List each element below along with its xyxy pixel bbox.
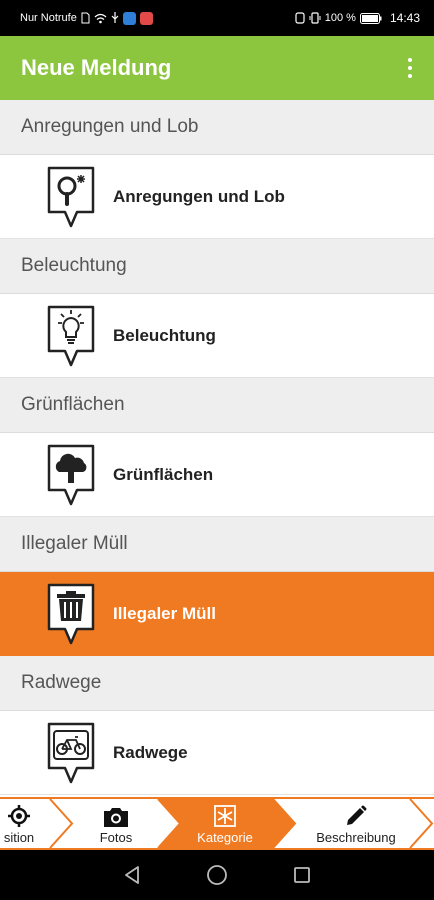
carrier-text: Nur Notrufe — [20, 12, 77, 24]
status-right: 100 % 14:43 — [295, 11, 420, 25]
section-header-radwege: Radwege — [0, 656, 434, 711]
section-header-gruenflaechen: Grünflächen — [0, 378, 434, 433]
magnifier-star-icon — [47, 166, 95, 227]
recents-square-icon — [293, 867, 310, 883]
category-item-gruenflaechen[interactable]: Grünflächen — [0, 433, 434, 517]
step-label: Kategorie — [197, 830, 253, 845]
battery-icon — [359, 12, 382, 24]
step-fotos[interactable]: Fotos — [78, 799, 154, 848]
usb-icon — [111, 12, 119, 23]
system-navigation-bar — [0, 850, 434, 900]
category-list[interactable]: Anregungen und Lob Anregungen und Lob Be… — [0, 100, 434, 797]
nfc-icon — [295, 12, 305, 24]
category-label: Grünflächen — [113, 464, 214, 484]
category-snowflake-icon — [214, 805, 236, 827]
step-label: sition — [3, 830, 35, 845]
home-circle-icon — [207, 865, 227, 885]
clock-time: 14:43 — [389, 11, 420, 25]
category-item-beleuchtung[interactable]: Beleuchtung — [0, 294, 434, 378]
back-button[interactable] — [117, 860, 147, 890]
section-header-illegaler-muell: Illegaler Müll — [0, 517, 434, 572]
step-position[interactable]: sition — [0, 799, 44, 848]
step-kategorie[interactable]: Kategorie — [180, 799, 270, 848]
back-triangle-icon — [125, 866, 140, 884]
category-item-radwege[interactable]: Radwege — [0, 711, 434, 795]
section-header-beleuchtung: Beleuchtung — [0, 239, 434, 294]
section-header-anregungen: Anregungen und Lob — [0, 100, 434, 155]
step-beschreibung[interactable]: Beschreibung — [300, 799, 412, 848]
status-bar: Nur Notrufe 100 % 14:43 — [0, 0, 434, 36]
pencil-icon — [347, 805, 367, 825]
bicycle-icon — [47, 722, 95, 783]
home-button[interactable] — [202, 860, 232, 890]
step-label: Fotos — [99, 830, 133, 845]
category-label: Anregungen und Lob — [113, 186, 285, 206]
battery-percent: 100 % — [324, 12, 356, 24]
app-notification-icon — [122, 11, 136, 25]
page-title: Neue Meldung — [21, 55, 172, 80]
category-label: Beleuchtung — [113, 325, 216, 345]
category-item-illegaler-muell[interactable]: Illegaler Müll — [0, 572, 434, 656]
lightbulb-icon — [47, 305, 95, 366]
status-left: Nur Notrufe — [20, 11, 153, 25]
category-label: Radwege — [113, 742, 188, 762]
tree-icon — [47, 444, 95, 505]
step-label: Beschreibung — [316, 830, 396, 845]
app-notification-icon-2 — [139, 11, 153, 25]
vibrate-icon — [309, 12, 321, 24]
overflow-menu-icon[interactable] — [400, 54, 420, 82]
category-item-anregungen[interactable]: Anregungen und Lob — [0, 155, 434, 239]
camera-icon — [104, 808, 128, 827]
wifi-icon — [94, 13, 107, 23]
category-label: Illegaler Müll — [113, 603, 216, 623]
sim-icon — [81, 12, 90, 24]
recents-button[interactable] — [287, 860, 317, 890]
trash-bin-icon — [47, 583, 95, 644]
step-progress-bar: sition Fotos Kategorie Beschreibung — [0, 797, 434, 850]
location-target-icon — [8, 805, 30, 827]
app-bar: Neue Meldung — [0, 36, 434, 100]
